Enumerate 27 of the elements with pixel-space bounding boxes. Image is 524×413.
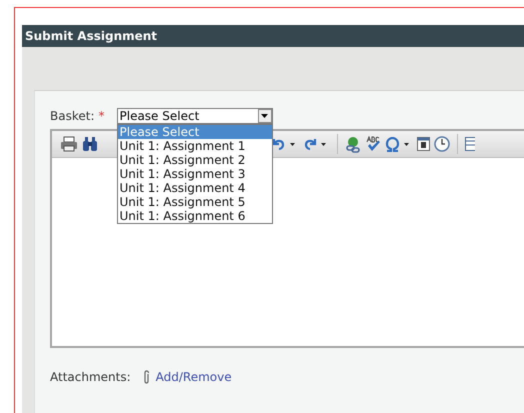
dropdown-option[interactable]: Unit 1: Assignment 3 — [118, 167, 272, 181]
table-icon[interactable] — [465, 137, 475, 151]
binoculars-icon[interactable] — [82, 136, 98, 152]
omega-icon[interactable] — [385, 136, 400, 152]
add-remove-link[interactable]: Add/Remove — [156, 370, 232, 384]
basket-label: Basket: — [50, 109, 94, 123]
clock-icon[interactable] — [434, 136, 450, 152]
dropdown-option[interactable]: Unit 1: Assignment 5 — [118, 195, 272, 209]
redo-icon[interactable] — [303, 137, 317, 151]
undo-icon[interactable] — [272, 137, 286, 151]
caret-icon[interactable] — [290, 142, 295, 146]
caret-icon[interactable] — [404, 142, 409, 146]
page-icon[interactable] — [417, 137, 430, 151]
caret-icon[interactable] — [321, 142, 326, 146]
dropdown-option[interactable]: Unit 1: Assignment 2 — [118, 153, 272, 167]
dropdown-option[interactable]: Please Select — [118, 125, 272, 139]
attachments-label: Attachments: — [50, 370, 131, 384]
paperclip-icon — [142, 370, 150, 384]
globe-link-icon[interactable] — [345, 136, 361, 152]
required-mark: * — [98, 109, 104, 123]
dropdown-option[interactable]: Unit 1: Assignment 6 — [118, 209, 272, 223]
window-title: Submit Assignment — [25, 29, 158, 43]
dropdown-option[interactable]: Unit 1: Assignment 4 — [118, 181, 272, 195]
spellcheck-icon[interactable] — [365, 136, 381, 152]
print-icon[interactable] — [60, 136, 78, 152]
dropdown-option[interactable]: Unit 1: Assignment 1 — [118, 139, 272, 153]
basket-select[interactable]: Please Select — [116, 108, 272, 124]
